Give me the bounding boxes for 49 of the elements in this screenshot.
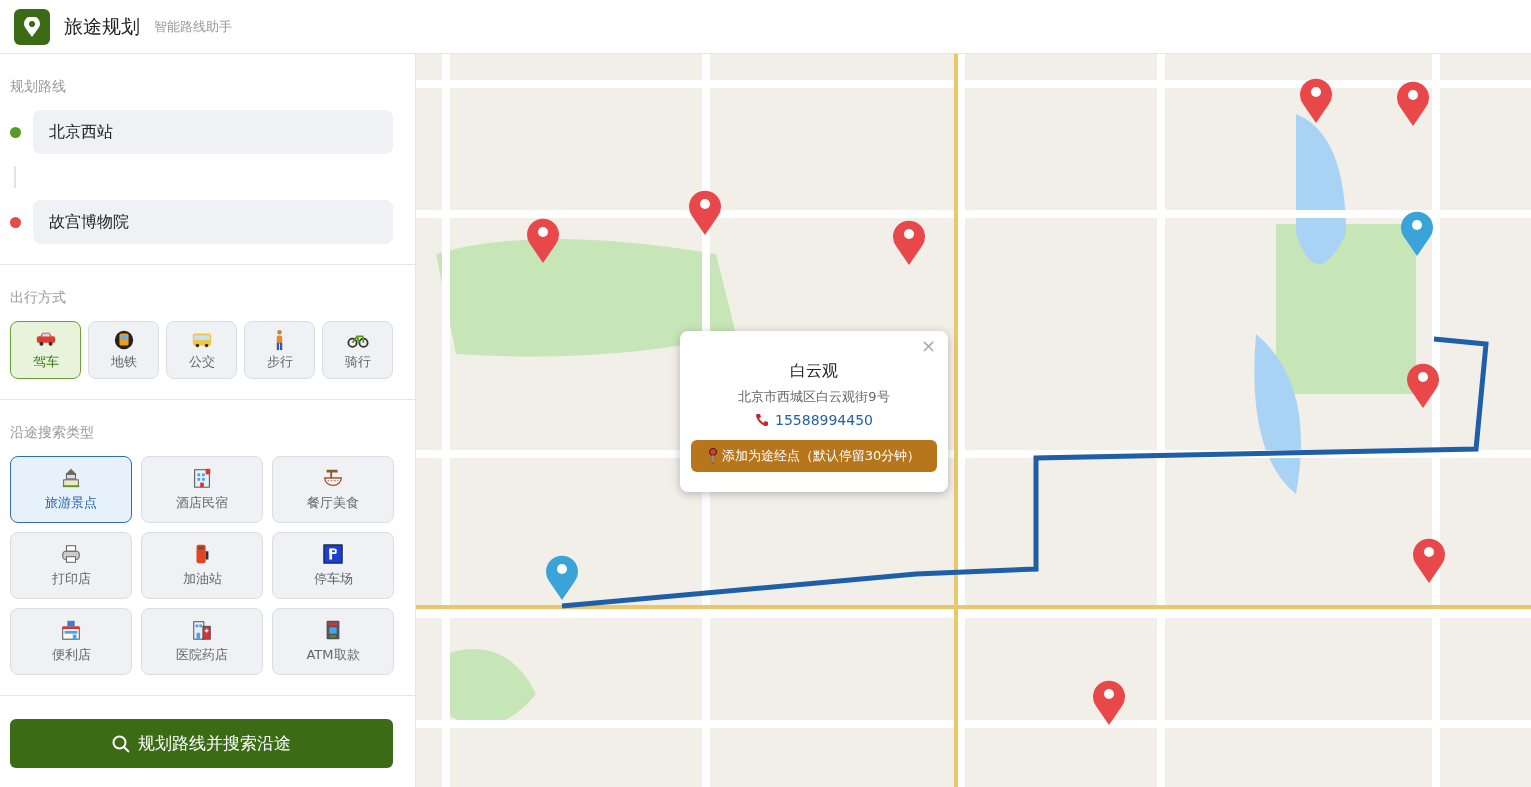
map-drawing[interactable]: × 白云观 北京市西城区白云观街9号 15588994450 添加为途经点（默认停留30分钟） [416, 54, 1531, 787]
travel-mode-button[interactable]: 步行 [244, 321, 315, 379]
store-icon [60, 619, 82, 641]
search-type-button[interactable]: 餐厅美食 [272, 456, 394, 523]
map-pin-icon[interactable] [1298, 76, 1334, 124]
app-title: 旅途规划 [64, 13, 140, 39]
search-type-button[interactable]: 酒店民宿 [141, 456, 263, 523]
hospital-icon [191, 619, 213, 641]
map-pin-icon[interactable] [1405, 361, 1441, 409]
parking-icon [322, 543, 344, 565]
map-pin-icon[interactable] [525, 216, 561, 264]
plan-route-button[interactable]: 规划路线并搜索沿途 [10, 719, 393, 768]
search-type-button[interactable]: 停车场 [272, 532, 394, 599]
noodle-bowl-icon [322, 467, 344, 489]
travel-mode-button[interactable]: 驾车 [10, 321, 81, 379]
place-address: 北京市西城区白云观街9号 [738, 388, 890, 406]
location-field[interactable]: 北京西站 [33, 110, 393, 154]
temple-icon [60, 467, 82, 489]
app-subtitle: 智能路线助手 [154, 17, 232, 36]
map-pin-icon[interactable] [1399, 209, 1435, 257]
search-type-button[interactable]: 打印店 [10, 532, 132, 599]
phone-link[interactable]: 15588994450 [775, 412, 873, 428]
map-pin-icon[interactable] [1411, 536, 1447, 584]
metro-icon [112, 329, 135, 351]
section-label: 沿途搜索类型 [10, 424, 95, 442]
pin-icon [707, 448, 718, 464]
add-waypoint-button[interactable]: 添加为途经点（默认停留30分钟） [691, 440, 937, 472]
travel-mode-button[interactable]: 公交 [166, 321, 237, 379]
travel-mode-button[interactable]: 地铁 [88, 321, 159, 379]
search-type-button[interactable]: 加油站 [141, 532, 263, 599]
map-pin-icon[interactable] [891, 218, 927, 266]
map-pin-icon[interactable] [1091, 678, 1127, 726]
travel-mode-button[interactable]: 骑行 [322, 321, 393, 379]
logo-icon [14, 8, 50, 45]
map-pin-icon[interactable] [1395, 79, 1431, 127]
search-type-button[interactable]: ATM取款 [272, 608, 394, 675]
location-field[interactable]: 故宫博物院 [33, 200, 393, 244]
section-label: 出行方式 [10, 289, 67, 307]
map-pin-icon[interactable] [544, 553, 580, 601]
search-type-button[interactable]: 旅游景点 [10, 456, 132, 523]
search-type-button[interactable]: 便利店 [10, 608, 132, 675]
phone-icon [755, 413, 769, 427]
section-label: 规划路线 [10, 78, 67, 96]
search-type-button[interactable]: 医院药店 [141, 608, 263, 675]
search-icon [112, 734, 130, 753]
printer-icon [60, 543, 82, 565]
hotel-icon [191, 467, 213, 489]
place-title: 白云观 [790, 361, 838, 382]
map-pin-icon[interactable] [687, 188, 723, 236]
